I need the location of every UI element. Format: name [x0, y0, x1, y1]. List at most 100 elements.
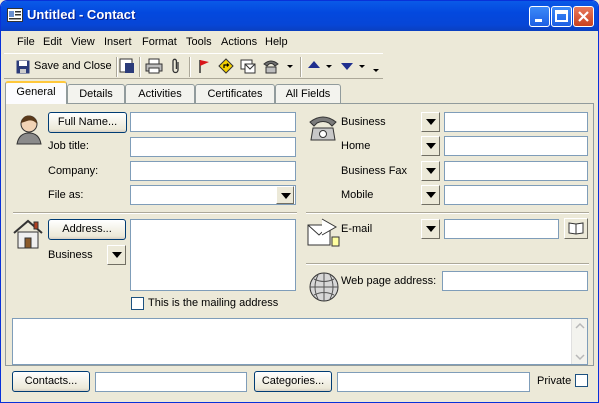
close-icon — [578, 11, 589, 22]
notes-textarea[interactable] — [12, 318, 588, 365]
menu-view[interactable]: View — [71, 36, 95, 48]
private-checkbox[interactable] — [575, 374, 588, 387]
telephone-icon — [309, 116, 337, 141]
follow-up-flag-button[interactable] — [197, 58, 211, 76]
chevron-down-icon — [373, 69, 379, 72]
tab-all-fields[interactable]: All Fields — [275, 84, 341, 103]
company-input[interactable] — [130, 161, 296, 181]
separator — [306, 212, 589, 214]
contact-card-icon — [7, 8, 23, 22]
separator — [306, 263, 589, 265]
menu-bar: File Edit View Insert Format Tools Actio… — [1, 32, 598, 52]
contacts-button[interactable]: Contacts... — [12, 371, 90, 392]
menu-file[interactable]: File — [17, 36, 35, 48]
phone-label-business: Business — [341, 116, 386, 128]
menu-actions[interactable]: Actions — [221, 36, 257, 48]
telephone-icon — [263, 60, 279, 74]
dropdown-arrow-icon — [326, 65, 332, 68]
close-button[interactable] — [573, 6, 594, 27]
business-fax-input[interactable] — [444, 161, 588, 181]
save-and-close-label: Save and Close — [34, 60, 112, 72]
job-title-input[interactable] — [130, 137, 296, 157]
email-type-dropdown-button[interactable] — [421, 219, 440, 239]
map-sign-icon — [218, 58, 234, 74]
phone-type-dropdown-business[interactable] — [421, 112, 440, 132]
up-arrow-icon — [308, 61, 320, 68]
separator — [13, 212, 297, 214]
print-button[interactable] — [145, 58, 163, 76]
address-button[interactable]: Address... — [48, 219, 126, 240]
categories-input[interactable] — [337, 372, 530, 392]
minimize-button[interactable] — [529, 6, 550, 27]
full-name-input[interactable] — [130, 112, 296, 132]
standard-toolbar: Save and Close — [4, 53, 383, 79]
phone-type-dropdown-mobile[interactable] — [421, 185, 440, 205]
web-page-input[interactable] — [442, 271, 588, 291]
display-map-button[interactable] — [218, 58, 234, 76]
address-button-label: Address... — [62, 223, 112, 235]
phone-type-dropdown-home[interactable] — [421, 136, 440, 156]
home-phone-input[interactable] — [444, 136, 588, 156]
globe-icon — [309, 272, 339, 302]
toolbar-options-button[interactable] — [372, 58, 380, 76]
job-title-label: Job title: — [48, 140, 89, 152]
business-phone-input[interactable] — [444, 112, 588, 132]
menu-insert[interactable]: Insert — [104, 36, 132, 48]
full-name-button-label: Full Name... — [57, 116, 118, 128]
maximize-icon — [555, 10, 568, 22]
menu-help[interactable]: Help — [265, 36, 288, 48]
address-book-icon — [568, 222, 584, 235]
web-page-label: Web page address: — [341, 275, 437, 287]
tab-activities[interactable]: Activities — [125, 84, 195, 103]
contact-window: Untitled - Contact File Edit View Insert… — [0, 0, 599, 403]
mobile-phone-input[interactable] — [444, 185, 588, 205]
email-input[interactable] — [444, 219, 559, 239]
floppy-disk-icon — [16, 60, 30, 74]
tab-certificates[interactable]: Certificates — [195, 84, 275, 103]
down-arrow-icon — [341, 63, 353, 70]
phone-label-mobile: Mobile — [341, 189, 374, 201]
attach-button[interactable] — [169, 58, 183, 76]
contacts-input[interactable] — [95, 372, 247, 392]
next-item-button[interactable] — [340, 58, 368, 76]
address-textarea[interactable] — [130, 219, 296, 291]
email-label: E-mail — [341, 223, 373, 235]
company-label: Company: — [48, 165, 99, 177]
address-type-dropdown-button[interactable] — [107, 245, 126, 265]
save-button[interactable] — [119, 58, 135, 76]
menu-format[interactable]: Format — [142, 36, 177, 48]
new-message-to-contact-button[interactable] — [240, 58, 256, 76]
save-and-close-button[interactable]: Save and Close — [14, 58, 116, 76]
menu-tools[interactable]: Tools — [186, 36, 212, 48]
menu-edit[interactable]: Edit — [43, 36, 62, 48]
dropdown-arrow-icon — [359, 65, 365, 68]
notes-scrollbar[interactable] — [571, 319, 587, 364]
file-as-dropdown-button[interactable] — [276, 186, 294, 204]
scroll-down-icon — [575, 354, 585, 361]
phone-type-dropdown-business-fax[interactable] — [421, 161, 440, 181]
person-icon — [16, 115, 42, 145]
letter-icon — [240, 59, 256, 74]
address-type-label: Business — [48, 249, 93, 261]
flag-icon — [199, 60, 209, 73]
scroll-up-icon — [575, 322, 585, 329]
mailing-address-checkbox[interactable] — [131, 297, 144, 310]
previous-item-button[interactable] — [307, 58, 335, 76]
private-label: Private — [537, 375, 572, 387]
paperclip-icon — [172, 58, 179, 74]
email-envelope-icon — [307, 218, 340, 247]
title-bar: Untitled - Contact — [1, 1, 598, 31]
call-contact-button[interactable] — [262, 58, 296, 76]
phone-label-business-fax: Business Fax — [341, 165, 408, 177]
minimize-icon — [535, 19, 542, 22]
tab-general[interactable]: General — [5, 81, 67, 104]
printer-icon — [145, 58, 163, 74]
full-name-button[interactable]: Full Name... — [48, 112, 127, 133]
file-as-select[interactable] — [130, 185, 296, 205]
tab-details[interactable]: Details — [67, 84, 125, 103]
mailing-address-label: This is the mailing address — [148, 297, 279, 309]
maximize-button[interactable] — [551, 6, 572, 27]
contacts-button-label: Contacts... — [24, 375, 78, 387]
categories-button[interactable]: Categories... — [254, 371, 332, 392]
save-icon — [119, 58, 134, 73]
